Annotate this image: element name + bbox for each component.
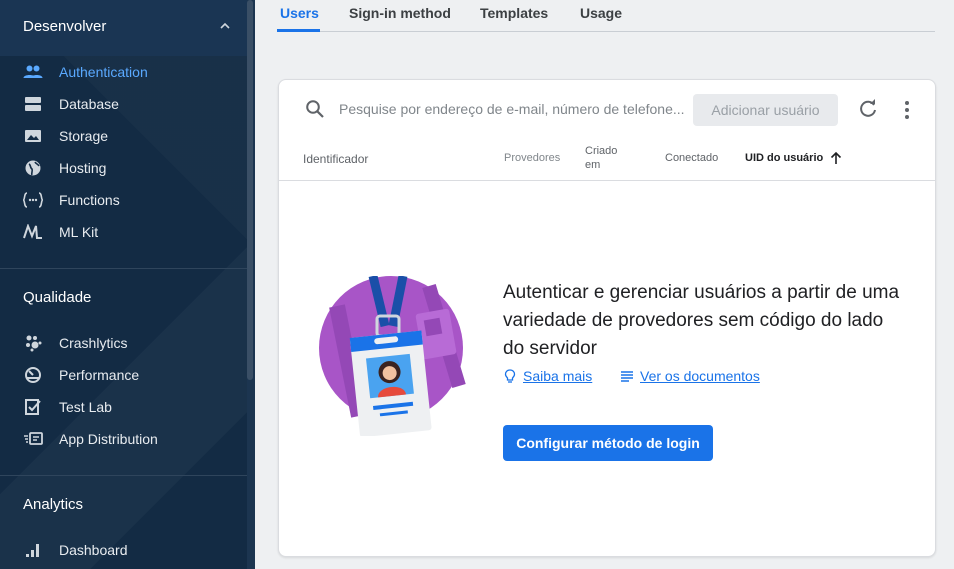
tab-templates[interactable]: Templates — [480, 5, 548, 21]
sidebar-item-label: Storage — [59, 128, 109, 144]
test-lab-icon — [23, 397, 43, 417]
add-user-button[interactable]: Adicionar usuário — [693, 94, 838, 126]
lightbulb-icon — [504, 369, 516, 383]
functions-icon — [23, 190, 43, 210]
crashlytics-icon — [23, 333, 43, 353]
search-toolbar: Adicionar usuário — [279, 80, 935, 140]
column-header-created-line1: Criado — [585, 145, 618, 157]
sidebar: Desenvolver Authentication Database Stor… — [0, 0, 255, 569]
column-header-signed-in[interactable]: Conectado — [665, 152, 718, 164]
learn-more-link[interactable]: Saiba mais — [503, 368, 592, 384]
dashboard-bars-icon — [23, 540, 43, 560]
sidebar-item-dashboard[interactable]: Dashboard — [0, 536, 247, 564]
sidebar-item-storage[interactable]: Storage — [0, 122, 247, 150]
learn-more-label: Saiba mais — [523, 368, 593, 384]
column-header-created-line2: em — [585, 159, 601, 171]
sidebar-scrollbar[interactable] — [247, 0, 253, 380]
section-divider — [0, 268, 247, 269]
globe-icon — [23, 158, 43, 178]
sidebar-item-label: ML Kit — [59, 224, 99, 240]
column-header-created[interactable]: Criado em — [585, 144, 625, 172]
id-badge-illustration — [319, 276, 466, 436]
sidebar-item-label: Performance — [59, 367, 140, 383]
sidebar-item-ml-kit[interactable]: ML Kit — [0, 218, 247, 246]
search-input[interactable] — [339, 98, 685, 120]
sidebar-item-label: Hosting — [59, 160, 107, 176]
table-header: Identificador Provedores Criado em Conect… — [279, 140, 935, 181]
users-card: Adicionar usuário Identificador Provedor… — [278, 79, 936, 557]
ml-kit-icon — [23, 222, 43, 242]
sidebar-item-label: Crashlytics — [59, 335, 128, 351]
sidebar-item-database[interactable]: Database — [0, 90, 247, 118]
sidebar-item-crashlytics[interactable]: Crashlytics — [0, 329, 247, 357]
storage-icon — [23, 126, 43, 146]
app-distribution-icon — [23, 429, 43, 449]
tab-usage[interactable]: Usage — [580, 5, 622, 21]
empty-state-title: Autenticar e gerenciar usuários a partir… — [503, 282, 900, 359]
view-docs-link[interactable]: Ver os documentos — [620, 368, 760, 384]
tab-sign-in-method[interactable]: Sign-in method — [349, 5, 451, 21]
sidebar-item-authentication[interactable]: Authentication — [0, 58, 247, 86]
people-icon — [23, 62, 43, 82]
database-icon — [23, 94, 43, 114]
search-icon — [306, 100, 324, 118]
configure-sign-in-button[interactable]: Configurar método de login — [503, 425, 713, 461]
sidebar-item-label: Dashboard — [59, 542, 128, 558]
section-divider — [0, 475, 247, 476]
sidebar-item-test-lab[interactable]: Test Lab — [0, 393, 247, 421]
active-tab-indicator — [277, 29, 320, 32]
sidebar-item-label: Functions — [59, 192, 120, 208]
sidebar-item-label: Authentication — [59, 64, 148, 80]
docs-lines-icon — [621, 371, 633, 382]
section-header-analytics[interactable]: Analytics — [23, 496, 83, 513]
sidebar-item-label: Database — [59, 96, 119, 112]
section-header-qualidade[interactable]: Qualidade — [23, 289, 91, 306]
column-header-providers[interactable]: Provedores — [504, 152, 560, 164]
view-docs-label: Ver os documentos — [640, 368, 760, 384]
sidebar-item-label: Test Lab — [59, 399, 112, 415]
column-header-identifier[interactable]: Identificador — [303, 152, 368, 166]
refresh-icon[interactable] — [857, 98, 879, 120]
sidebar-item-app-distribution[interactable]: App Distribution — [0, 425, 247, 453]
main-content: Users Sign-in method Templates Usage Adi… — [255, 0, 954, 569]
chevron-up-icon[interactable] — [219, 20, 231, 32]
tab-users[interactable]: Users — [280, 5, 319, 21]
more-vert-icon[interactable] — [896, 99, 918, 121]
column-header-uid[interactable]: UID do usuário — [745, 152, 823, 164]
arrow-up-sort-icon[interactable] — [829, 151, 843, 165]
tab-bar: Users Sign-in method Templates Usage — [277, 0, 935, 32]
sidebar-item-performance[interactable]: Performance — [0, 361, 247, 389]
section-header-desenvolver[interactable]: Desenvolver — [23, 18, 106, 35]
performance-icon — [23, 365, 43, 385]
sidebar-item-label: App Distribution — [59, 431, 158, 447]
sidebar-item-hosting[interactable]: Hosting — [0, 154, 247, 182]
sidebar-item-functions[interactable]: Functions — [0, 186, 247, 214]
